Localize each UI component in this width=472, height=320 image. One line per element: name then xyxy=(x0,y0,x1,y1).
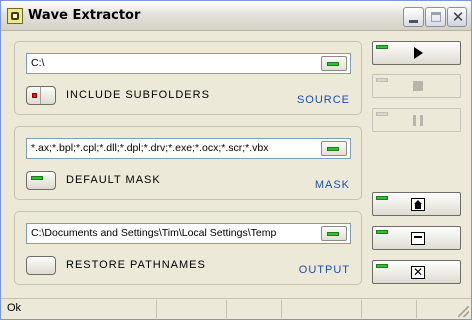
stop-icon xyxy=(411,80,425,93)
home-icon xyxy=(411,198,425,211)
maximize-icon xyxy=(431,12,441,22)
minimize-button[interactable] xyxy=(403,7,424,27)
status-cell xyxy=(361,300,416,318)
source-path-value: C:\ xyxy=(31,57,45,69)
close-button[interactable]: ✕ xyxy=(447,7,467,27)
toggle-divider xyxy=(40,87,41,104)
status-cell xyxy=(156,300,226,318)
minimize-icon xyxy=(411,232,425,245)
restore-pathnames-toggle[interactable] xyxy=(26,256,56,275)
source-path-field[interactable]: C:\ xyxy=(26,53,351,74)
start-button[interactable] xyxy=(372,41,461,65)
close-icon: ✕ xyxy=(451,8,465,26)
pause-icon xyxy=(411,114,425,127)
minimize-icon xyxy=(409,20,418,23)
minimize-app-button[interactable] xyxy=(372,226,461,250)
include-subfolders-toggle[interactable] xyxy=(26,86,56,105)
led-indicator-icon xyxy=(376,196,388,200)
output-group: C:\Documents and Settings\Tim\Local Sett… xyxy=(14,211,362,285)
mask-group: *.ax;*.bpl;*.cpl;*.dll;*.dpl;*.drv;*.exe… xyxy=(14,126,362,200)
status-bar: Ok xyxy=(1,298,471,319)
led-indicator-icon xyxy=(327,147,339,151)
default-mask-toggle[interactable] xyxy=(26,171,56,190)
app-window: Wave Extractor ✕ C:\ INCLUDE SUBFOLDERS … xyxy=(0,0,472,320)
led-indicator-icon xyxy=(327,62,339,66)
led-indicator-icon xyxy=(376,78,388,82)
exit-button[interactable]: ✕ xyxy=(372,260,461,284)
output-group-label: OUTPUT xyxy=(298,264,350,276)
led-indicator-icon xyxy=(376,264,388,268)
mask-edit-button[interactable] xyxy=(321,141,347,156)
stop-button[interactable] xyxy=(372,74,461,98)
mask-field[interactable]: *.ax;*.bpl;*.cpl;*.dll;*.dpl;*.drv;*.exe… xyxy=(26,138,351,159)
resize-grip-icon[interactable] xyxy=(458,306,469,317)
output-browse-button[interactable] xyxy=(321,226,347,241)
led-indicator-icon xyxy=(327,232,339,236)
led-on-icon xyxy=(31,176,43,180)
source-group: C:\ INCLUDE SUBFOLDERS SOURCE xyxy=(14,41,362,115)
restore-pathnames-label: RESTORE PATHNAMES xyxy=(66,259,206,271)
source-group-label: SOURCE xyxy=(296,94,350,106)
output-path-value: C:\Documents and Settings\Tim\Local Sett… xyxy=(31,227,277,239)
source-browse-button[interactable] xyxy=(321,56,347,71)
led-indicator-icon xyxy=(376,45,388,49)
led-off-icon xyxy=(32,93,37,98)
home-button[interactable] xyxy=(372,192,461,216)
mask-group-label: MASK xyxy=(314,179,350,191)
exit-icon: ✕ xyxy=(411,265,425,279)
pause-button[interactable] xyxy=(372,108,461,132)
status-text: Ok xyxy=(7,302,22,314)
status-cell xyxy=(416,300,456,318)
output-path-field[interactable]: C:\Documents and Settings\Tim\Local Sett… xyxy=(26,223,351,244)
app-icon-inner xyxy=(11,12,19,20)
status-cell xyxy=(226,300,281,318)
led-indicator-icon xyxy=(376,112,388,116)
title-bar[interactable]: Wave Extractor ✕ xyxy=(1,1,471,31)
app-icon[interactable] xyxy=(7,8,23,24)
include-subfolders-label: INCLUDE SUBFOLDERS xyxy=(66,89,210,101)
mask-value: *.ax;*.bpl;*.cpl;*.dll;*.dpl;*.drv;*.exe… xyxy=(31,142,269,154)
maximize-button[interactable] xyxy=(425,7,446,27)
default-mask-label: DEFAULT MASK xyxy=(66,174,161,186)
led-indicator-icon xyxy=(376,230,388,234)
window-title: Wave Extractor xyxy=(28,8,141,23)
status-cell xyxy=(281,300,361,318)
play-icon xyxy=(411,47,425,60)
